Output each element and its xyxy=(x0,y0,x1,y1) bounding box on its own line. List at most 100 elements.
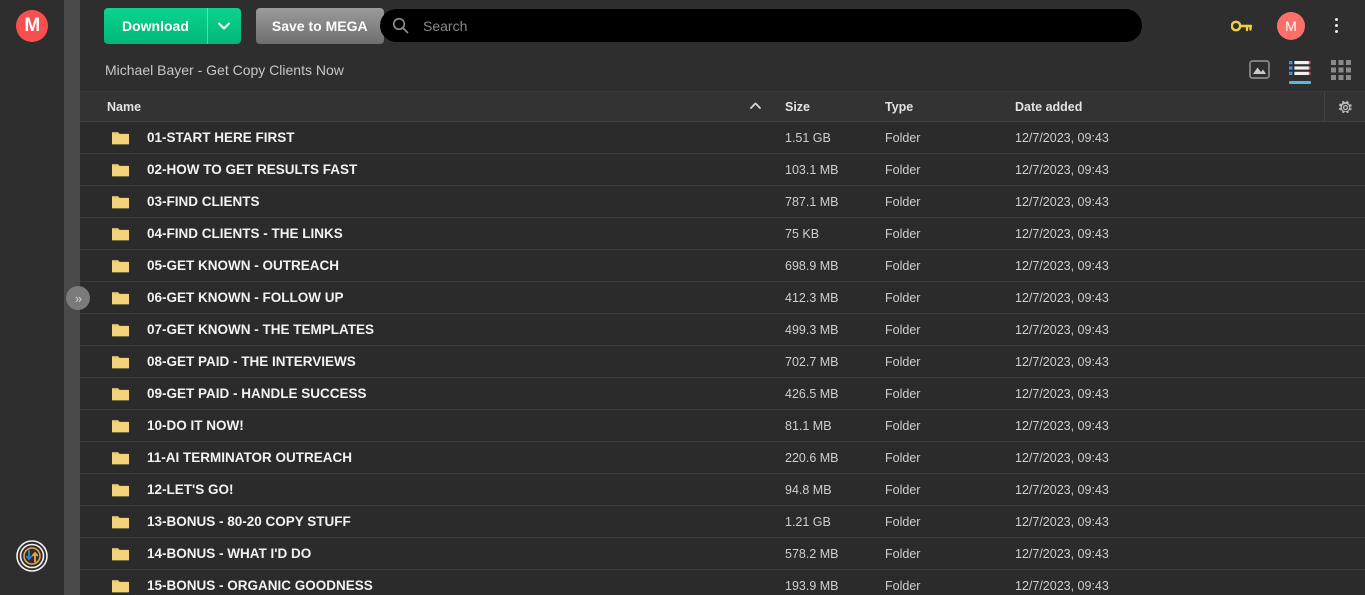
file-size: 1.21 GB xyxy=(785,514,831,529)
file-date-added: 12/7/2023, 09:43 xyxy=(1015,130,1109,145)
table-row[interactable]: 05-GET KNOWN - OUTREACH 698.9 MB Folder … xyxy=(80,250,1365,282)
top-toolbar: Download Save to MEGA Search M xyxy=(80,0,1365,51)
file-type: Folder xyxy=(885,130,921,145)
active-view-indicator xyxy=(1289,81,1311,84)
file-name: 09-GET PAID - HANDLE SUCCESS xyxy=(147,386,367,401)
folder-icon xyxy=(112,515,129,529)
folder-icon xyxy=(112,291,129,305)
list-view-button[interactable] xyxy=(1286,55,1314,86)
file-size: 578.2 MB xyxy=(785,546,839,561)
top-toolbar-right: M xyxy=(1225,0,1355,51)
table-row[interactable]: 11-AI TERMINATOR OUTREACH 220.6 MB Folde… xyxy=(80,442,1365,474)
chevron-down-icon xyxy=(218,22,231,30)
download-button[interactable]: Download xyxy=(104,8,207,44)
file-type: Folder xyxy=(885,546,921,561)
table-row[interactable]: 03-FIND CLIENTS 787.1 MB Folder 12/7/202… xyxy=(80,186,1365,218)
file-name: 02-HOW TO GET RESULTS FAST xyxy=(147,162,358,177)
file-date-added: 12/7/2023, 09:43 xyxy=(1015,546,1109,561)
left-rail: M xyxy=(0,0,64,595)
table-row[interactable]: 02-HOW TO GET RESULTS FAST 103.1 MB Fold… xyxy=(80,154,1365,186)
table-row[interactable]: 08-GET PAID - THE INTERVIEWS 702.7 MB Fo… xyxy=(80,346,1365,378)
transfer-arrows-icon xyxy=(16,540,48,572)
avatar-letter: M xyxy=(1285,17,1297,34)
folder-icon xyxy=(112,419,129,433)
file-type: Folder xyxy=(885,578,921,593)
dot xyxy=(1334,18,1338,21)
file-row-list: 01-START HERE FIRST 1.51 GB Folder 12/7/… xyxy=(80,122,1365,595)
breadcrumb[interactable]: Michael Bayer - Get Copy Clients Now xyxy=(105,62,344,78)
save-to-mega-button[interactable]: Save to MEGA xyxy=(255,8,384,44)
table-row[interactable]: 04-FIND CLIENTS - THE LINKS 75 KB Folder… xyxy=(80,218,1365,250)
grid-icon xyxy=(1331,60,1351,80)
file-date-added: 12/7/2023, 09:43 xyxy=(1015,194,1109,209)
dot xyxy=(1334,24,1338,27)
file-name: 15-BONUS - ORGANIC GOODNESS xyxy=(147,578,373,593)
file-name: 08-GET PAID - THE INTERVIEWS xyxy=(147,354,356,369)
file-size: 412.3 MB xyxy=(785,290,839,305)
file-size: 426.5 MB xyxy=(785,386,839,401)
sort-ascending-icon[interactable] xyxy=(750,101,761,112)
grid-view-button[interactable] xyxy=(1327,55,1355,86)
file-name: 12-LET'S GO! xyxy=(147,482,234,497)
folder-icon xyxy=(112,387,129,401)
mega-logo[interactable]: M xyxy=(16,10,48,42)
file-type: Folder xyxy=(885,514,921,529)
table-row[interactable]: 15-BONUS - ORGANIC GOODNESS 193.9 MB Fol… xyxy=(80,570,1365,595)
overflow-menu-button[interactable] xyxy=(1325,6,1347,46)
file-type: Folder xyxy=(885,290,921,305)
table-row[interactable]: 12-LET'S GO! 94.8 MB Folder 12/7/2023, 0… xyxy=(80,474,1365,506)
file-name: 11-AI TERMINATOR OUTREACH xyxy=(147,450,353,465)
media-view-button[interactable] xyxy=(1245,55,1273,86)
avatar[interactable]: M xyxy=(1277,11,1305,40)
key-icon[interactable] xyxy=(1225,19,1259,33)
file-type: Folder xyxy=(885,386,921,401)
search-icon xyxy=(392,17,409,34)
file-date-added: 12/7/2023, 09:43 xyxy=(1015,322,1109,337)
column-header-date-added[interactable]: Date added xyxy=(1015,100,1082,114)
table-settings-button[interactable] xyxy=(1324,92,1365,122)
folder-icon xyxy=(112,163,129,177)
file-date-added: 12/7/2023, 09:43 xyxy=(1015,482,1109,497)
file-date-added: 12/7/2023, 09:43 xyxy=(1015,514,1109,529)
download-button-group: Download Save to MEGA xyxy=(104,8,384,44)
folder-icon xyxy=(112,227,129,241)
expand-sidebar-button[interactable]: » xyxy=(66,286,90,310)
table-row[interactable]: 01-START HERE FIRST 1.51 GB Folder 12/7/… xyxy=(80,122,1365,154)
file-name: 06-GET KNOWN - FOLLOW UP xyxy=(147,290,344,305)
table-row[interactable]: 14-BONUS - WHAT I'D DO 578.2 MB Folder 1… xyxy=(80,538,1365,570)
dot xyxy=(1334,30,1338,33)
mega-file-browser: M » Download Save to MEGA Search M Micha… xyxy=(0,0,1365,595)
search-input[interactable]: Search xyxy=(380,9,1142,42)
file-type: Folder xyxy=(885,418,921,433)
file-type: Folder xyxy=(885,226,921,241)
file-date-added: 12/7/2023, 09:43 xyxy=(1015,290,1109,305)
file-date-added: 12/7/2023, 09:43 xyxy=(1015,258,1109,273)
file-name: 05-GET KNOWN - OUTREACH xyxy=(147,258,339,273)
file-size: 220.6 MB xyxy=(785,450,839,465)
table-row[interactable]: 13-BONUS - 80-20 COPY STUFF 1.21 GB Fold… xyxy=(80,506,1365,538)
file-date-added: 12/7/2023, 09:43 xyxy=(1015,450,1109,465)
column-header-name[interactable]: Name xyxy=(107,100,141,114)
file-type: Folder xyxy=(885,322,921,337)
column-header-size[interactable]: Size xyxy=(785,100,810,114)
file-date-added: 12/7/2023, 09:43 xyxy=(1015,578,1109,593)
file-date-added: 12/7/2023, 09:43 xyxy=(1015,354,1109,369)
file-size: 193.9 MB xyxy=(785,578,839,593)
file-name: 01-START HERE FIRST xyxy=(147,130,295,145)
folder-icon xyxy=(112,547,129,561)
file-size: 1.51 GB xyxy=(785,130,831,145)
table-row[interactable]: 06-GET KNOWN - FOLLOW UP 412.3 MB Folder… xyxy=(80,282,1365,314)
table-row[interactable]: 09-GET PAID - HANDLE SUCCESS 426.5 MB Fo… xyxy=(80,378,1365,410)
transfer-status-widget[interactable] xyxy=(16,540,48,572)
folder-icon xyxy=(112,323,129,337)
column-header-type[interactable]: Type xyxy=(885,100,913,114)
file-type: Folder xyxy=(885,162,921,177)
file-size: 94.8 MB xyxy=(785,482,832,497)
download-options-button[interactable] xyxy=(206,8,241,44)
mega-logo-letter: M xyxy=(24,15,40,36)
folder-icon xyxy=(112,579,129,593)
table-row[interactable]: 07-GET KNOWN - THE TEMPLATES 499.3 MB Fo… xyxy=(80,314,1365,346)
file-type: Folder xyxy=(885,482,921,497)
table-row[interactable]: 10-DO IT NOW! 81.1 MB Folder 12/7/2023, … xyxy=(80,410,1365,442)
file-type: Folder xyxy=(885,450,921,465)
